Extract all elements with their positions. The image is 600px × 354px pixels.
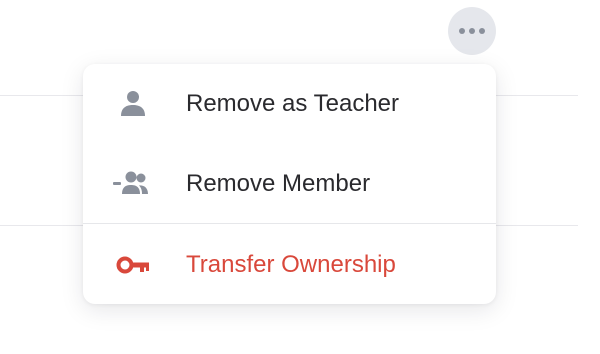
key-icon [116,256,149,274]
menu-item-remove-member[interactable]: Remove Member [83,144,496,224]
more-horizontal-icon [459,28,465,34]
menu-item-transfer-ownership[interactable]: Transfer Ownership [83,225,496,305]
menu-item-label: Remove as Teacher [186,90,399,117]
remove-member-icon [113,171,148,194]
menu-item-remove-as-teacher[interactable]: Remove as Teacher [83,64,496,144]
menu-divider [83,223,496,224]
more-dot [479,28,485,34]
person-icon [121,91,145,116]
member-actions-menu: Remove as Teacher Remove Member Transfer… [83,64,496,304]
menu-item-label: Remove Member [186,170,371,197]
menu-item-label: Transfer Ownership [186,251,396,278]
more-options-button[interactable] [448,7,496,55]
more-dot [469,28,475,34]
